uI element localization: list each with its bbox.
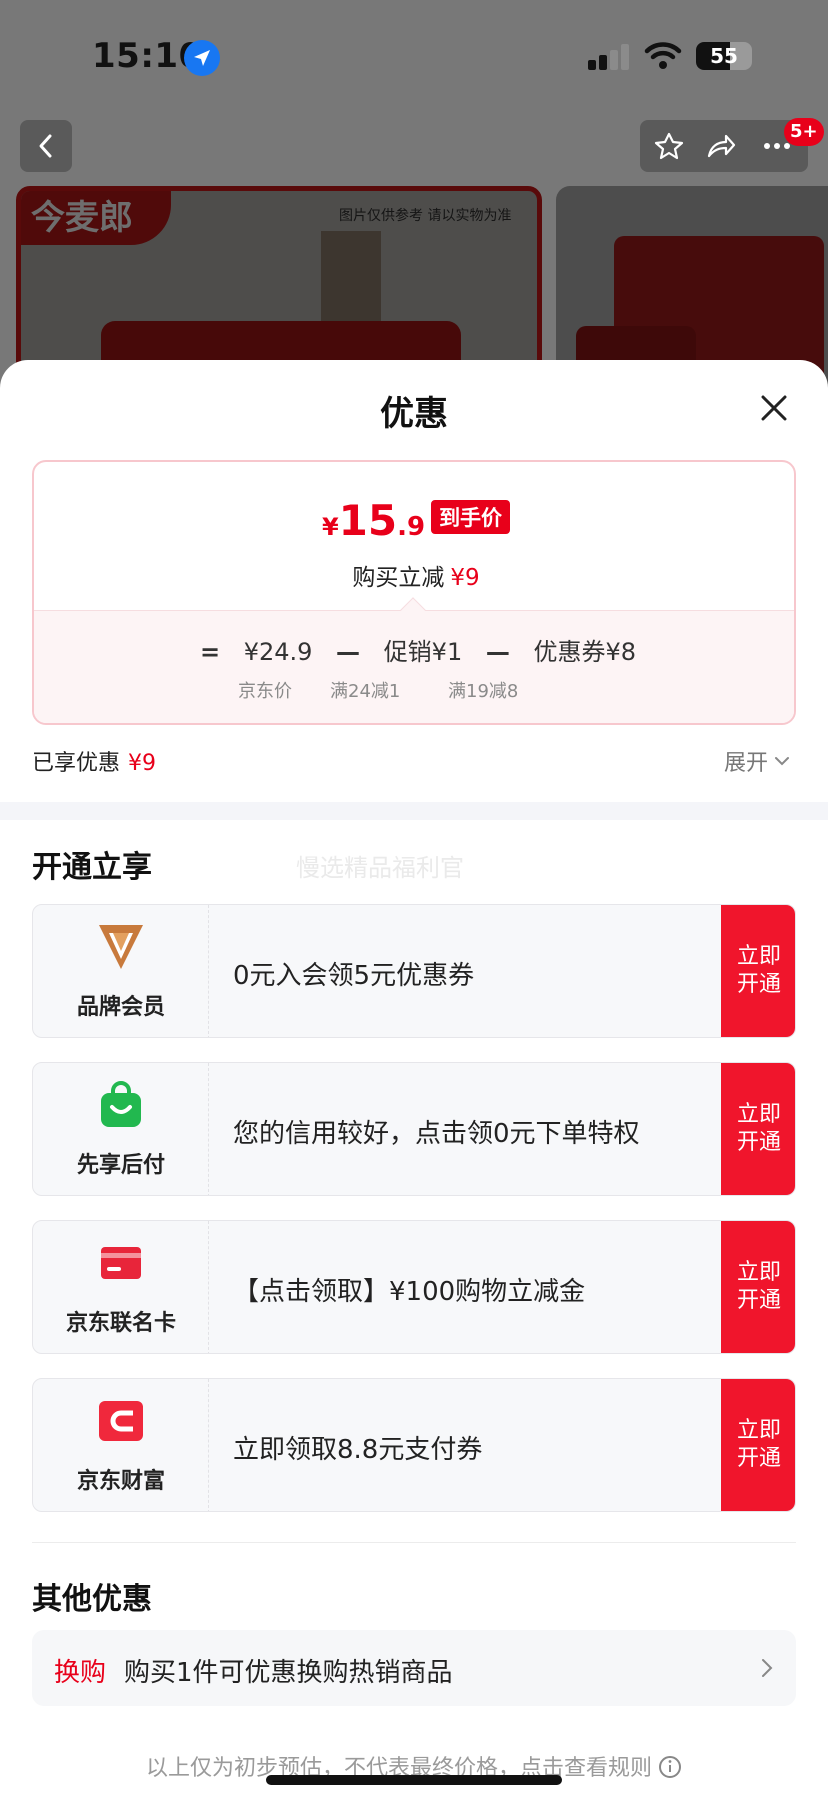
watermark-text: 慢选精品福利官 [296, 854, 464, 882]
trade-in-offer[interactable]: 换购 购买1件可优惠换购热销商品 [32, 1630, 796, 1706]
chevron-down-icon [775, 757, 790, 766]
final-price-tag: 到手价 [431, 500, 511, 534]
open-now-button[interactable]: 立即 开通 [721, 905, 795, 1037]
formula-promo: 促销¥1 [383, 638, 463, 666]
back-button[interactable] [20, 120, 72, 172]
open-now-button[interactable]: 立即 开通 [721, 1379, 795, 1511]
benefit-name: 品牌会员 [76, 995, 165, 1020]
info-icon [659, 1756, 681, 1778]
cellular-signal-icon [588, 44, 630, 70]
formula-base-price: ¥24.9 [243, 638, 313, 666]
instant-saving: 购买立减 ¥9 [352, 565, 480, 591]
benefit-name: 京东联名卡 [65, 1311, 176, 1336]
star-favorite-icon[interactable] [654, 132, 684, 160]
benefit-desc: 立即领取8.8元支付券 [233, 1435, 483, 1465]
price-formula: = ¥24.9 — 促销¥1 — 优惠券¥8 [199, 638, 637, 666]
benefit-name: 先享后付 [76, 1153, 165, 1178]
wifi-icon [644, 42, 682, 69]
expand-toggle[interactable]: 展开 [724, 745, 790, 777]
open-now-button[interactable]: 立即 开通 [721, 1221, 795, 1353]
header-actions [640, 120, 808, 172]
battery-icon: 55 [696, 42, 752, 70]
other-section-title: 其他优惠 [32, 1582, 152, 1617]
price-breakdown-card: ¥15.9 到手价 购买立减 ¥9 = ¥24.9 — 促销¥1 — 优惠券¥8 京… [32, 460, 796, 725]
share-icon[interactable] [706, 132, 736, 160]
shopping-bag-icon [101, 1081, 141, 1127]
benefit-card-co-branded-card[interactable]: 京东联名卡 【点击领取】¥100购物立减金 立即 开通 [32, 1220, 796, 1354]
formula-promo-label: 满24减1 [330, 681, 401, 702]
benefit-card-jd-wealth[interactable]: 京东财富 立即领取8.8元支付券 立即 开通 [32, 1378, 796, 1512]
trade-in-tag: 换购 [54, 1658, 107, 1688]
brand-v-icon [99, 925, 143, 969]
formula-coupon: 优惠券¥8 [533, 638, 637, 666]
benefit-desc: 0元入会领5元优惠券 [233, 961, 475, 991]
open-now-button[interactable]: 立即 开通 [721, 1063, 795, 1195]
discount-sheet: 优惠 ¥15.9 到手价 购买立减 ¥9 = ¥24.9 — 促销¥1 — 优惠券¥… [0, 360, 828, 1795]
benefit-desc: 您的信用较好，点击领0元下单特权 [233, 1119, 640, 1149]
final-price: ¥15.9 到手价 [34, 496, 794, 545]
enjoyed-discount: 已享优惠 ¥9 [32, 751, 157, 776]
chevron-right-icon [762, 1659, 773, 1677]
home-indicator[interactable] [266, 1775, 562, 1785]
status-bar: 15:10 55 [0, 30, 828, 82]
battery-level: 55 [710, 44, 738, 68]
benefit-name: 京东财富 [76, 1469, 165, 1494]
benefit-desc: 【点击领取】¥100购物立减金 [233, 1277, 586, 1307]
credit-card-icon [101, 1247, 141, 1279]
benefit-card-brand-member[interactable]: 品牌会员 0元入会领5元优惠券 立即 开通 [32, 904, 796, 1038]
chevron-left-icon [39, 134, 52, 158]
formula-base-label: 京东价 [238, 681, 292, 702]
trade-in-text: 购买1件可优惠换购热销商品 [124, 1658, 453, 1688]
cart-badge: 5+ [784, 118, 824, 146]
wallet-icon [99, 1401, 143, 1441]
close-icon[interactable] [756, 390, 792, 426]
open-section-title: 开通立享 [32, 850, 152, 885]
location-icon [184, 40, 220, 76]
sheet-title: 优惠 [380, 394, 448, 434]
formula-coupon-label: 满19减8 [448, 681, 519, 702]
benefit-card-pay-later[interactable]: 先享后付 您的信用较好，点击领0元下单特权 立即 开通 [32, 1062, 796, 1196]
